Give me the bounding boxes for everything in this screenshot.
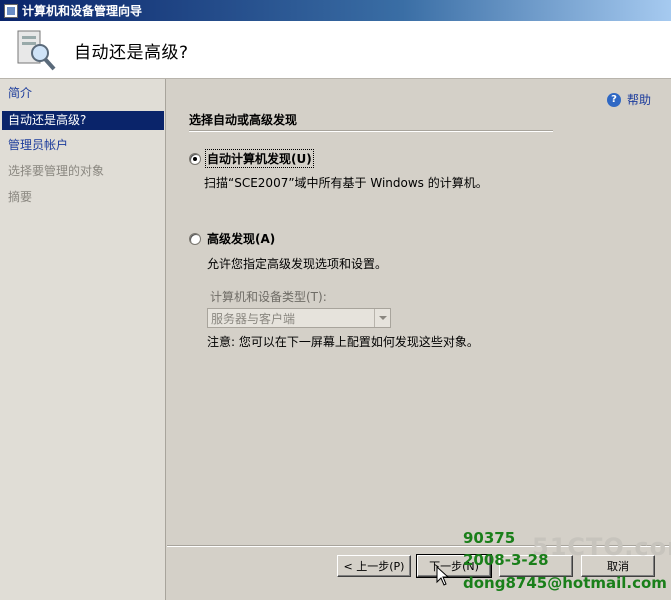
sidebar-item-intro[interactable]: 简介: [2, 84, 164, 103]
sidebar-item-select-objects: 选择要管理的对象: [8, 164, 105, 178]
sidebar-item-summary: 摘要: [8, 190, 33, 204]
back-button[interactable]: < 上一步(P): [337, 555, 411, 577]
radio-unchecked-icon: [189, 232, 201, 245]
help-icon: ?: [606, 92, 621, 107]
advanced-discovery-radio[interactable]: 高级发现(A): [189, 230, 276, 247]
sidebar-item-admin-account[interactable]: 管理员帐户: [2, 136, 164, 155]
note-text: 注意: 您可以在下一屏幕上配置如何发现这些对象。: [207, 335, 479, 349]
help-label: 帮助: [626, 93, 651, 107]
radio-checked-icon: [189, 152, 201, 165]
auto-discovery-label: 自动计算机发现(U): [205, 149, 314, 168]
page-title: 自动还是高级?: [74, 43, 189, 63]
auto-discovery-radio[interactable]: 自动计算机发现(U): [189, 149, 314, 168]
help-link[interactable]: ? 帮助: [606, 91, 651, 108]
wizard-content: ? 帮助 选择自动或高级发现 自动计算机发现(U) 扫描“SCE2007”域中所…: [167, 79, 671, 600]
advanced-discovery-label: 高级发现(A): [207, 232, 276, 246]
wizard-steps-sidebar: 简介 自动还是高级? 管理员帐户 选择要管理的对象 摘要: [0, 79, 166, 600]
advanced-discovery-description: 允许您指定高级发现选项和设置。: [207, 257, 388, 271]
window-title: 计算机和设备管理向导: [22, 4, 143, 18]
section-title: 选择自动或高级发现: [189, 113, 298, 127]
overlay-email-text: dong8745@hotmail.com: [463, 574, 667, 592]
sidebar-item-auto-or-advanced[interactable]: 自动还是高级?: [2, 111, 164, 130]
device-type-select[interactable]: 服务器与客户端: [207, 308, 391, 328]
section-divider: [189, 130, 553, 132]
wizard-header: 自动还是高级?: [0, 21, 671, 79]
device-type-value: 服务器与客户端: [211, 311, 296, 326]
device-type-label: 计算机和设备类型(T):: [210, 290, 327, 304]
auto-discovery-description: 扫描“SCE2007”域中所有基于 Windows 的计算机。: [204, 176, 488, 190]
mouse-cursor-icon: [436, 566, 450, 586]
dropdown-arrow-icon[interactable]: [374, 309, 390, 327]
computer-search-icon: [17, 30, 56, 71]
overlay-id-text: 90375: [463, 529, 516, 547]
title-bar: 计算机和设备管理向导: [0, 0, 671, 21]
site-watermark: 51CTO.com: [532, 533, 671, 561]
overlay-date-text: 2008-3-28: [463, 551, 549, 569]
app-icon: [4, 3, 18, 18]
